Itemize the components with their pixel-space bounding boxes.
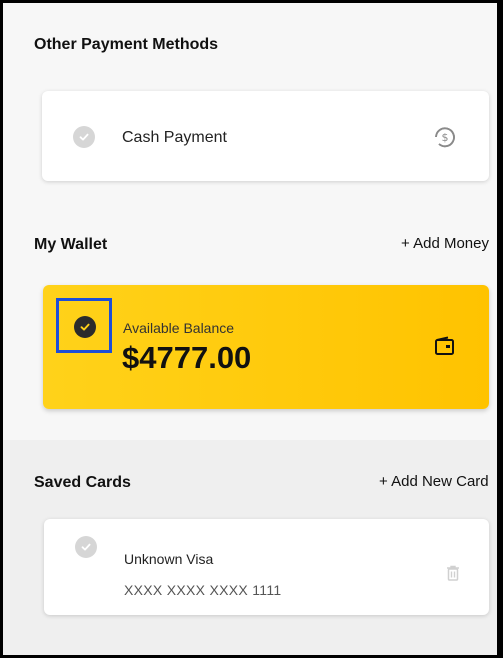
saved-card-item[interactable] (44, 519, 489, 615)
add-money-link[interactable]: + Add Money (401, 235, 489, 252)
trash-icon[interactable] (446, 565, 460, 581)
cash-payment-option[interactable] (42, 91, 489, 181)
add-new-card-link[interactable]: + Add New Card (379, 473, 489, 490)
svg-text:$: $ (442, 131, 449, 144)
other-payment-methods-title: Other Payment Methods (34, 36, 219, 53)
wallet-icon (433, 336, 457, 358)
cash-payment-label: Cash Payment (122, 129, 227, 146)
saved-cards-title: Saved Cards (34, 474, 131, 491)
check-icon[interactable] (74, 316, 96, 338)
available-balance-label: Available Balance (123, 320, 235, 336)
check-icon (73, 126, 95, 148)
check-icon (75, 536, 97, 558)
balance-amount: $4777.00 (122, 340, 252, 375)
my-wallet-title: My Wallet (34, 236, 108, 253)
cash-icon: $ (430, 124, 460, 150)
card-number: XXXX XXXX XXXX 1111 (124, 582, 282, 598)
card-name: Unknown Visa (124, 551, 214, 567)
payment-methods-screen: Other Payment Methods Cash Payment $ My … (0, 0, 503, 658)
